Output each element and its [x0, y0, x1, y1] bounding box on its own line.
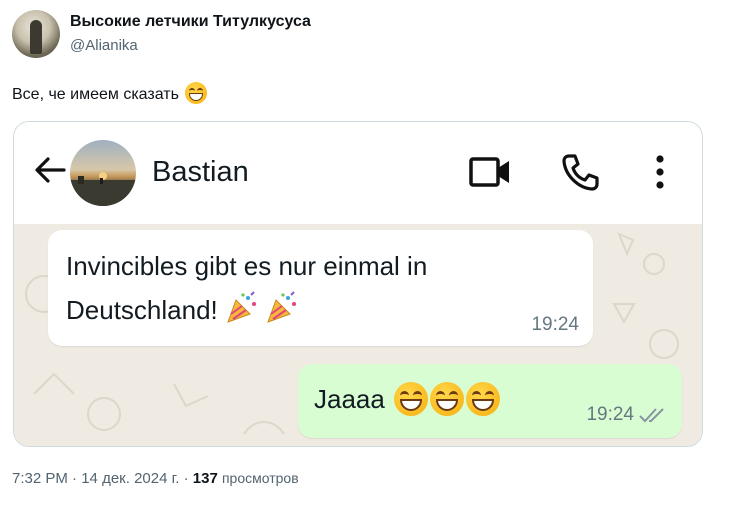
grinning-squinting-face-icon — [466, 382, 501, 416]
tweet-time[interactable]: 7:32 PM — [12, 470, 68, 487]
incoming-message-time: 19:24 — [531, 314, 579, 335]
phone-call-icon[interactable] — [560, 152, 600, 192]
incoming-message-line1: Invincibles gibt es nur einmal in — [66, 251, 428, 281]
back-arrow-icon[interactable] — [32, 152, 68, 188]
author-handle[interactable]: @Alianika — [70, 37, 138, 54]
read-double-check-icon — [639, 408, 664, 423]
author-avatar[interactable] — [12, 10, 60, 58]
outgoing-message-time: 19:24 — [586, 404, 634, 425]
tweet-text: Все, че имеем сказать — [12, 82, 207, 104]
tweet-date[interactable]: 14 дек. 2024 г. — [81, 470, 179, 487]
incoming-message-line2: Deutschland! — [66, 295, 218, 325]
author-name[interactable]: Высокие летчики Титулкусуса — [70, 13, 311, 31]
grinning-squinting-face-icon — [394, 382, 429, 416]
chat-header: Bastian — [14, 122, 702, 224]
tweet-text-content: Все, че имеем сказать — [12, 86, 179, 103]
tweet-meta: 7:32 PM · 14 дек. 2024 г. · 137 просмотр… — [12, 470, 299, 487]
views-count: 137 — [192, 470, 218, 487]
contact-avatar[interactable] — [70, 140, 136, 206]
party-popper-icon — [224, 291, 258, 325]
outgoing-message-content: Jaaaa — [314, 384, 385, 414]
grinning-squinting-face-icon — [430, 382, 465, 416]
party-popper-icon — [264, 291, 298, 325]
incoming-message[interactable]: Invincibles gibt es nur einmal in Deutsc… — [48, 230, 593, 346]
views-label: просмотров — [221, 470, 299, 486]
grinning-squinting-face-icon — [184, 82, 207, 104]
more-options-icon[interactable] — [650, 152, 670, 192]
attached-image[interactable]: Bastian Invincibles gibt es nur einmal i… — [13, 121, 703, 447]
tweet-header: Высокие летчики Титулкусуса @Alianika — [12, 10, 712, 60]
video-call-icon[interactable] — [468, 154, 512, 190]
outgoing-message[interactable]: Jaaaa 19:24 — [298, 364, 682, 438]
meta-separator: · — [72, 470, 78, 487]
incoming-message-text: Invincibles gibt es nur einmal in Deutsc… — [66, 244, 566, 332]
contact-name[interactable]: Bastian — [152, 156, 249, 189]
outgoing-message-text: Jaaaa — [314, 382, 501, 416]
meta-separator: · — [183, 470, 189, 487]
